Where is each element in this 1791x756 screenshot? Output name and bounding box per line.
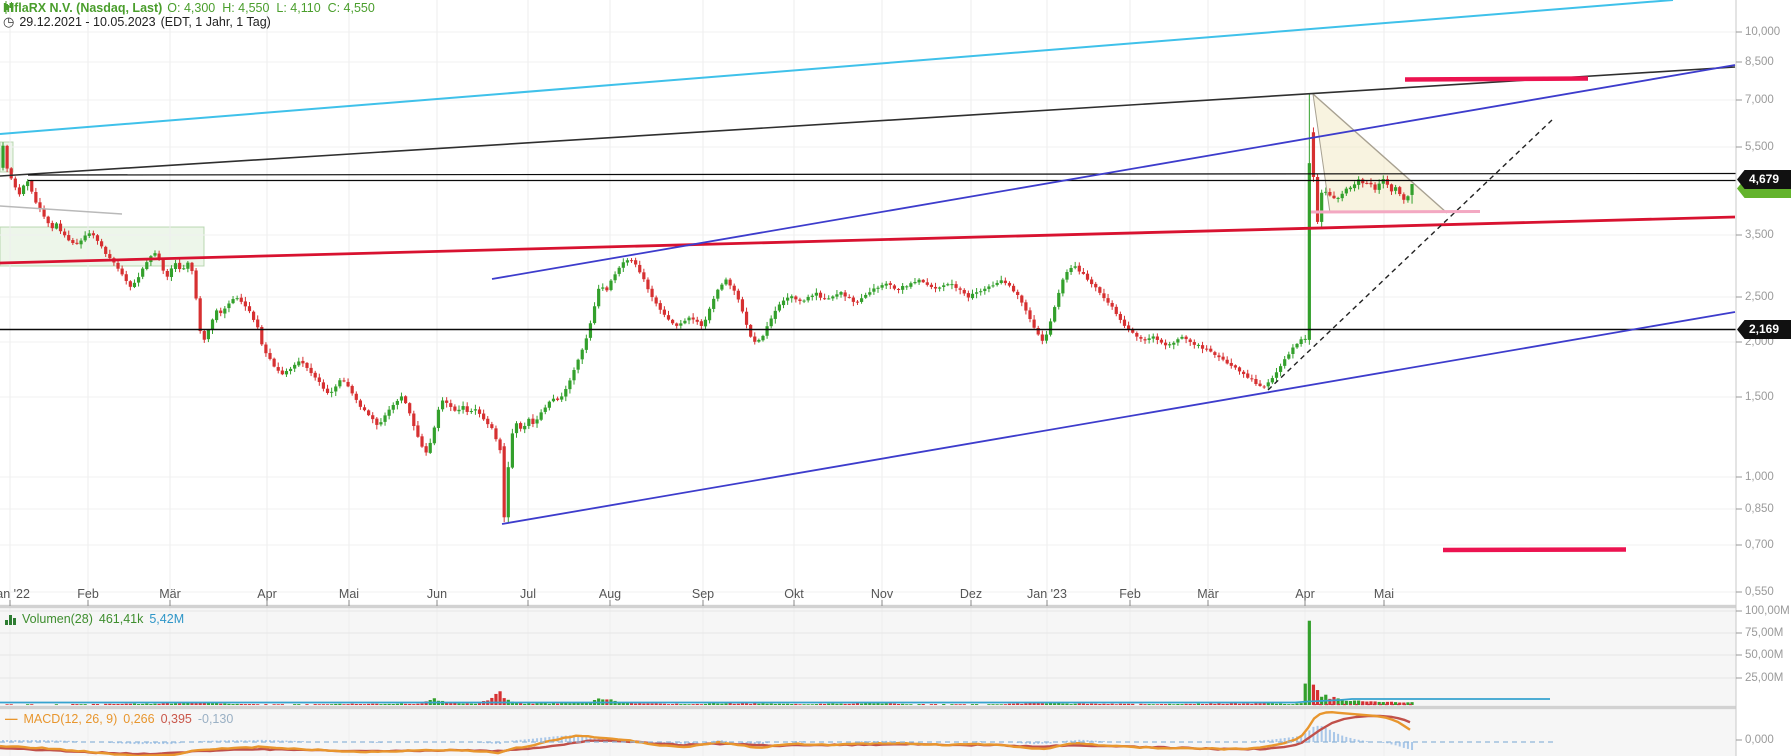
- x-axis-month-label: Apr: [1295, 587, 1315, 601]
- x-axis-month-label: Jan '23: [1027, 587, 1067, 601]
- macd-indicator-label: MACD(12, 26, 9): [23, 712, 118, 726]
- x-axis-month-label: Mär: [1197, 587, 1219, 601]
- resistance-price-tag: 4,679: [1737, 170, 1791, 189]
- macd-hist-value: -0,130: [197, 712, 234, 726]
- chart-window: InflaRX N.V. (Nasdaq, Last) O: 4,300 H: …: [0, 0, 1791, 756]
- x-axis-month-label: Dez: [959, 587, 983, 601]
- y-axis-tick-label: 0,550: [1745, 586, 1774, 598]
- y-axis-tick-label: 5,500: [1745, 141, 1774, 153]
- date-range: 29.12.2021 - 10.05.2023: [19, 15, 156, 29]
- x-axis-month-label: Nov: [870, 587, 894, 601]
- y-axis-tick-label: 25,00M: [1745, 672, 1784, 684]
- y-axis-tick-label: 8,500: [1745, 56, 1774, 68]
- y-axis-tick-label: 1,500: [1745, 391, 1774, 403]
- ohlc-values: O: 4,300 H: 4,550 L: 4,110 C: 4,550: [167, 1, 375, 15]
- y-axis-tick-label: 2,500: [1745, 291, 1774, 303]
- y-axis-tick-label: 10,000: [1745, 26, 1781, 38]
- support-price-tag: 2,169: [1737, 320, 1791, 339]
- range-header: ◷ 29.12.2021 - 10.05.2023 (EDT, 1 Jahr, …: [3, 15, 271, 29]
- volume-bars-icon: [5, 614, 16, 625]
- y-axis-tick-label: 0,850: [1745, 503, 1774, 515]
- y-axis-tick-label: 3,500: [1745, 229, 1774, 241]
- y-axis-tick-label: 75,00M: [1745, 627, 1784, 639]
- x-axis-month-label: Mär: [159, 587, 181, 601]
- x-axis-month-label: Okt: [784, 587, 804, 601]
- x-axis-month-label: Mai: [1373, 587, 1395, 601]
- y-axis-tick-label: 50,00M: [1745, 649, 1784, 661]
- volume-legend[interactable]: Volumen(28) 461,41k 5,42M: [5, 612, 184, 626]
- x-axis-month-label: Feb: [77, 587, 99, 601]
- x-axis-month-label: Jan '22: [0, 587, 30, 601]
- instrument-header: InflaRX N.V. (Nasdaq, Last) O: 4,300 H: …: [3, 1, 375, 15]
- macd-line-icon: —: [5, 712, 18, 726]
- y-axis-tick-label: 0,000: [1745, 734, 1774, 746]
- y-axis-tick-label: 0,700: [1745, 539, 1774, 551]
- volume-ma-value: 5,42M: [149, 612, 185, 626]
- macd-signal-value: 0,395: [160, 712, 192, 726]
- instrument-name: InflaRX N.V. (Nasdaq, Last): [3, 1, 163, 15]
- candlestick-icon: [4, 1, 14, 14]
- x-axis-month-label: Jun: [426, 587, 448, 601]
- x-axis-month-label: Feb: [1119, 587, 1141, 601]
- x-axis-month-label: Mai: [338, 587, 360, 601]
- y-axis-tick-label: 7,000: [1745, 94, 1774, 106]
- x-axis-month-label: Sep: [691, 587, 715, 601]
- volume-value: 461,41k: [98, 612, 144, 626]
- volume-indicator-label: Volumen(28): [22, 612, 93, 626]
- y-axis-tick-label: 100,00M: [1745, 605, 1790, 617]
- timeframe: (EDT, 1 Jahr, 1 Tag): [160, 15, 271, 29]
- chart-canvas[interactable]: [0, 0, 1791, 756]
- x-axis-month-label: Aug: [598, 587, 622, 601]
- y-axis-tick-label: 1,000: [1745, 471, 1774, 483]
- macd-legend[interactable]: — MACD(12, 26, 9) 0,266 0,395 -0,130: [5, 712, 233, 726]
- clock-icon: ◷: [3, 14, 15, 29]
- macd-value: 0,266: [123, 712, 155, 726]
- x-axis-month-label: Jul: [520, 587, 536, 601]
- x-axis-month-label: Apr: [257, 587, 277, 601]
